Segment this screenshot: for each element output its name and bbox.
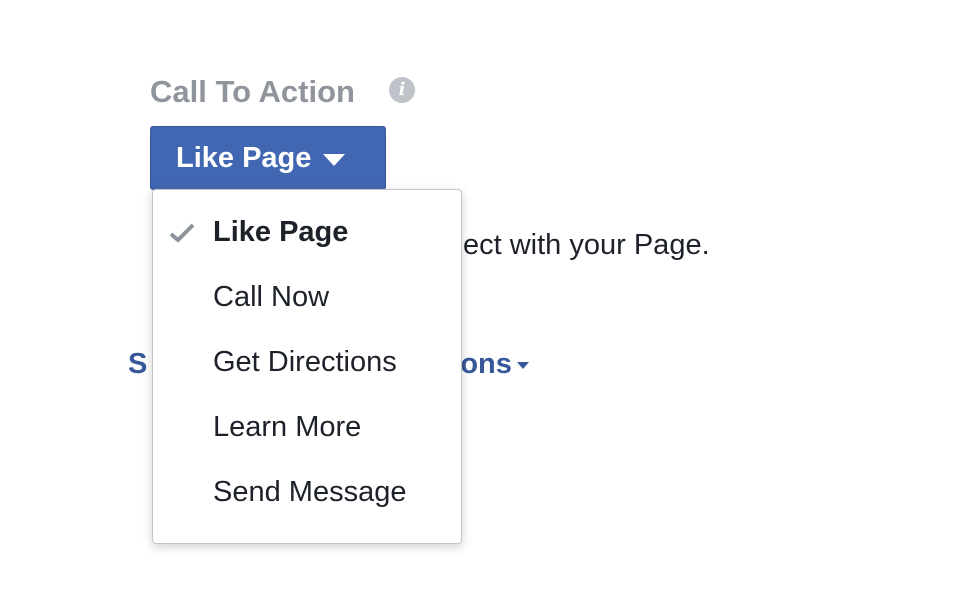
menu-item-label: Learn More bbox=[213, 411, 362, 443]
menu-item-label: Send Message bbox=[213, 476, 407, 508]
menu-item-label: Get Directions bbox=[213, 346, 397, 378]
cta-button-label: Like Page bbox=[176, 141, 312, 174]
menu-item-learn-more[interactable]: Learn More bbox=[153, 395, 461, 460]
menu-item-label: Like Page bbox=[213, 216, 349, 248]
info-icon[interactable]: i bbox=[389, 77, 415, 103]
settings-link-end: ons bbox=[460, 348, 512, 380]
caret-down-icon bbox=[323, 153, 346, 166]
menu-item-label: Call Now bbox=[213, 281, 330, 313]
caret-down-small-icon bbox=[516, 361, 529, 369]
menu-item-call-now[interactable]: Call Now bbox=[153, 265, 461, 330]
call-to-action-dropdown-button[interactable]: Like Page bbox=[150, 126, 386, 190]
menu-item-get-directions[interactable]: Get Directions bbox=[153, 330, 461, 395]
settings-link-start: S bbox=[128, 348, 148, 380]
call-to-action-menu: Like Page Call Now Get Directions Learn … bbox=[152, 189, 462, 544]
call-to-action-label: Call To Action bbox=[150, 74, 355, 109]
menu-item-send-message[interactable]: Send Message bbox=[153, 460, 461, 525]
menu-item-like-page[interactable]: Like Page bbox=[153, 200, 461, 265]
check-icon bbox=[169, 223, 195, 243]
